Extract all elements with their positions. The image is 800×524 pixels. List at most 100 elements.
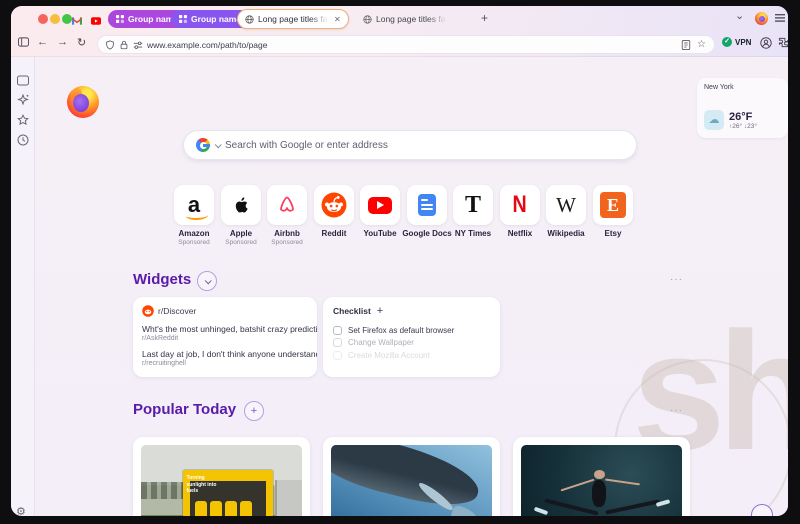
reddit-icon	[321, 192, 347, 218]
popular-add-button[interactable]: +	[244, 401, 264, 421]
tab-overflow-chevron-icon[interactable]: ⌄	[735, 10, 744, 22]
widgets-menu-button[interactable]: ···	[670, 274, 683, 285]
app-menu-button[interactable]	[775, 13, 785, 25]
widgets-section-title: Widgets	[133, 271, 192, 288]
extensions-button[interactable]	[778, 37, 788, 51]
profile-avatar[interactable]	[755, 12, 768, 25]
left-sidebar: ⚙	[11, 57, 35, 516]
google-logo-icon	[196, 138, 210, 152]
window-panel-icon	[17, 75, 29, 86]
address-bar[interactable]: www.example.com/path/to/page ☆	[97, 35, 715, 54]
new-tab-button[interactable]: +	[481, 12, 488, 24]
tab-title: Long page titles fade off	[258, 14, 330, 24]
minimize-window-button[interactable]	[50, 14, 60, 24]
checklist-add-button[interactable]: +	[377, 305, 383, 317]
search-bar[interactable]	[183, 130, 637, 160]
reddit-post-subreddit: r/AskReddit	[142, 335, 179, 342]
weather-low: ↓23°	[743, 122, 757, 130]
reddit-post-title[interactable]: Wht's the most unhinged, batshit crazy p…	[133, 321, 317, 334]
reader-mode-icon[interactable]	[681, 39, 691, 50]
tab-group-label: Group name	[191, 14, 242, 24]
sidebar-bookmarks-button[interactable]	[17, 113, 29, 125]
reload-button[interactable]: ↻	[77, 36, 86, 49]
weather-widget[interactable]: New York ☁ 26°F ↑26° ↓23°	[697, 78, 788, 138]
zoom-window-button[interactable]	[62, 14, 72, 24]
gmail-icon	[72, 17, 82, 25]
amazon-icon: a	[185, 192, 209, 220]
shield-icon	[106, 39, 114, 50]
airbnb-icon	[280, 196, 294, 212]
reddit-widget-title: r/Discover	[158, 306, 197, 316]
close-window-button[interactable]	[38, 14, 48, 24]
checklist-item-label: Set Firefox as default browser	[348, 325, 455, 335]
popular-card-dancer[interactable]	[513, 437, 690, 516]
shortcut-etsy[interactable]: E Etsy	[585, 185, 641, 238]
search-input[interactable]	[225, 139, 624, 151]
checkbox[interactable]	[333, 338, 342, 347]
clock-icon	[17, 134, 29, 146]
popular-menu-button[interactable]: ···	[670, 405, 683, 416]
forward-button[interactable]: →	[57, 36, 68, 48]
ny-times-icon: T	[464, 191, 481, 218]
sidebar-ai-button[interactable]	[17, 93, 29, 106]
chevron-down-icon[interactable]	[214, 140, 222, 148]
pinned-tab-gmail[interactable]	[72, 13, 85, 25]
sidebar-tabs-button[interactable]	[17, 73, 29, 86]
settings-button[interactable]: ⚙	[16, 505, 26, 516]
checkbox[interactable]	[333, 350, 342, 360]
checklist-title: Checklist	[333, 306, 371, 316]
whale-image	[331, 445, 492, 516]
puzzle-extensions-icon	[778, 37, 788, 48]
youtube-icon	[91, 17, 101, 25]
tab-inactive[interactable]: Long page titles fade of	[363, 11, 448, 27]
sidebar-toggle-button[interactable]	[18, 37, 29, 50]
google-docs-icon	[418, 194, 436, 216]
account-button[interactable]	[760, 37, 772, 52]
newtab-content: New York ☁ 26°F ↑26° ↓23° a Amazon	[36, 57, 788, 516]
tab-close-icon[interactable]: ✕	[334, 15, 341, 24]
scroll-corner-button[interactable]	[751, 504, 773, 516]
vpn-badge[interactable]: ✓ VPN	[722, 37, 751, 47]
card-caption: Turning sunlight into fuels	[186, 475, 217, 495]
reddit-post-title[interactable]: Last day at job, I don't think anyone un…	[133, 342, 317, 359]
checklist-item[interactable]: Change Wallpaper	[323, 335, 500, 347]
vpn-check-icon: ✓	[722, 37, 732, 47]
checklist-item[interactable]: Set Firefox as default browser	[323, 322, 500, 335]
back-button[interactable]: ←	[37, 36, 48, 48]
browser-chrome: Group name Group name Long page titles f…	[11, 6, 788, 57]
tab-group-icon	[179, 15, 187, 23]
apple-icon	[235, 197, 248, 213]
weather-high: ↑26°	[729, 122, 743, 130]
sidebar-history-button[interactable]	[17, 133, 29, 146]
tab-active[interactable]: Long page titles fade off ✕	[237, 9, 349, 29]
permissions-sliders-icon	[133, 41, 143, 49]
popular-card-whale[interactable]	[323, 437, 500, 516]
pinned-tab-youtube[interactable]	[91, 13, 104, 25]
popular-card-solar[interactable]: Turning sunlight into fuels	[133, 437, 310, 516]
tab-title: Long page titles fade of	[376, 14, 448, 24]
checklist-item-label: Change Wallpaper	[348, 338, 414, 347]
widgets-collapse-button[interactable]	[197, 271, 217, 291]
wikipedia-icon: W	[556, 192, 576, 217]
netflix-icon: N	[512, 191, 528, 218]
account-icon	[760, 37, 772, 49]
youtube-icon	[368, 196, 392, 214]
shortcut-label: Etsy	[604, 229, 622, 238]
etsy-icon: E	[600, 192, 626, 218]
checkbox[interactable]	[333, 325, 342, 335]
browser-window: Group name Group name Long page titles f…	[11, 6, 788, 516]
hamburger-menu-icon	[775, 14, 785, 22]
bookmark-star-icon[interactable]: ☆	[697, 39, 706, 50]
url-text: www.example.com/path/to/page	[147, 39, 268, 50]
reddit-widget-card[interactable]: r/Discover Wht's the most unhinged, bats…	[133, 297, 317, 377]
vpn-label: VPN	[735, 37, 752, 47]
weather-city: New York	[704, 84, 734, 91]
globe-icon	[363, 14, 372, 24]
weather-cloud-icon: ☁	[704, 110, 724, 130]
weather-temperature: 26°F	[729, 110, 753, 123]
sidebar-panel-icon	[18, 37, 29, 47]
checklist-item[interactable]: Create Mozilla Account	[323, 347, 500, 360]
sponsored-label: Sponsored	[271, 239, 303, 247]
lock-icon	[120, 40, 128, 49]
firefox-logo	[67, 86, 99, 118]
